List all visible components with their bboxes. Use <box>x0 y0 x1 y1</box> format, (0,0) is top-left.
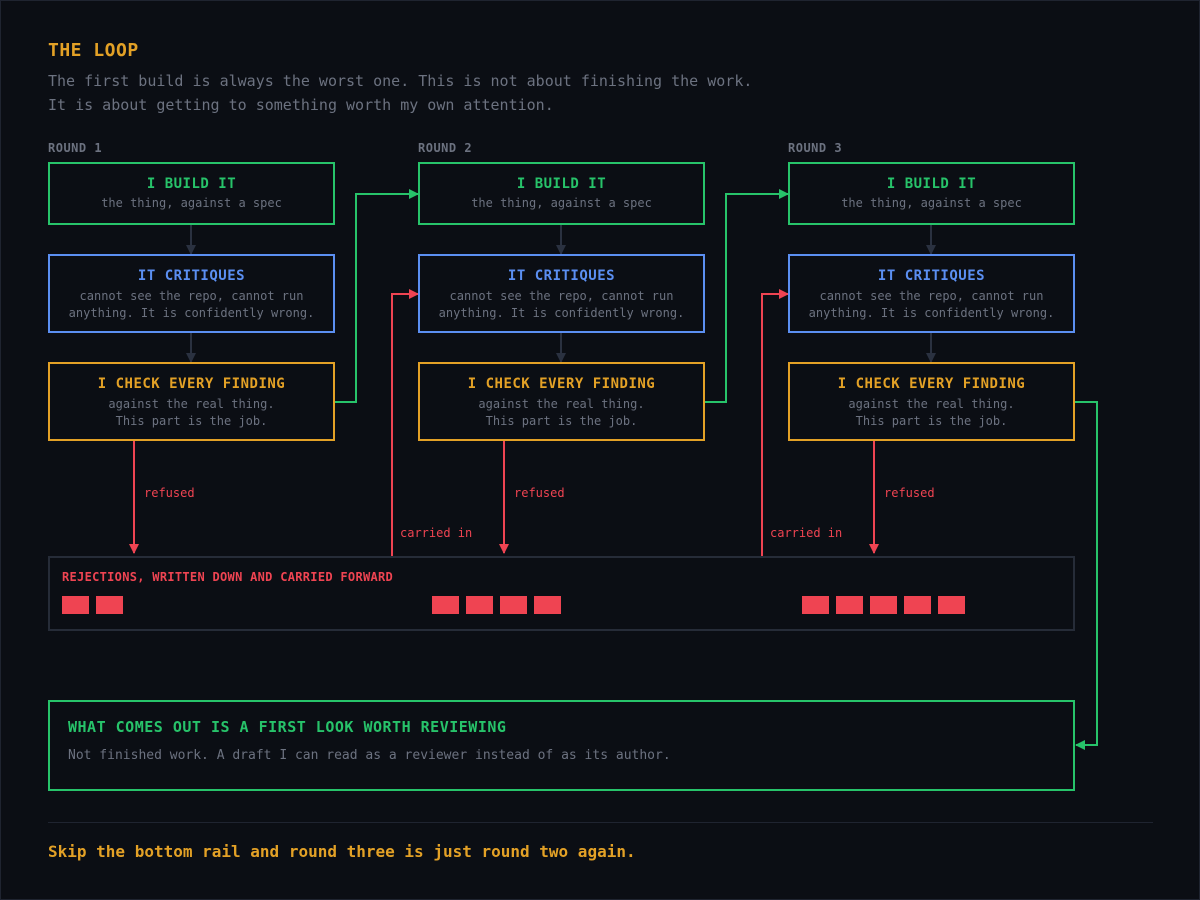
round-3-label: ROUND 3 <box>788 141 843 155</box>
build-desc: the thing, against a spec <box>101 196 282 210</box>
rejection-chip <box>802 596 829 614</box>
rejection-chip <box>534 596 561 614</box>
round-3-carried-label: carried in <box>770 526 843 540</box>
rejection-chip <box>904 596 931 614</box>
round-3-build-box: I BUILD IT the thing, against a spec <box>788 162 1075 225</box>
rejection-chip <box>836 596 863 614</box>
check-title: I CHECK EVERY FINDING <box>837 376 1026 392</box>
round-1-check-box: I CHECK EVERY FINDING against the real t… <box>48 362 335 441</box>
check-desc-1: against the real thing. <box>848 397 1015 411</box>
footer-divider <box>48 822 1153 823</box>
critique-desc-2: anything. It is confidently wrong. <box>438 306 685 320</box>
rejection-chip <box>96 596 123 614</box>
round-2-critique-box: IT CRITIQUES cannot see the repo, cannot… <box>418 254 705 333</box>
round-2-build-box: I BUILD IT the thing, against a spec <box>418 162 705 225</box>
carried-in-round-3-arrow <box>761 289 789 556</box>
rejection-chip <box>432 596 459 614</box>
build-desc: the thing, against a spec <box>471 196 652 210</box>
build-title: I BUILD IT <box>146 176 237 192</box>
critique-desc-1: cannot see the repo, cannot run <box>79 289 304 303</box>
build-title: I BUILD IT <box>886 176 977 192</box>
check-to-round-2-arrow <box>335 189 419 403</box>
check-desc-2: This part is the job. <box>855 414 1008 428</box>
rejection-chip <box>870 596 897 614</box>
round-3-refused-label: refused <box>884 486 935 500</box>
check-to-output-arrow <box>1075 401 1098 750</box>
output-title: WHAT COMES OUT IS A FIRST LOOK WORTH REV… <box>68 718 507 736</box>
check-desc-2: This part is the job. <box>115 414 268 428</box>
check-desc-2: This part is the job. <box>485 414 638 428</box>
critique-desc-1: cannot see the repo, cannot run <box>449 289 674 303</box>
round-2-refused-label: refused <box>514 486 565 500</box>
rejection-chip <box>62 596 89 614</box>
round-1-refused-label: refused <box>144 486 195 500</box>
rejection-chip <box>500 596 527 614</box>
rejections-rail <box>48 556 1075 631</box>
output-box <box>48 700 1075 791</box>
build-title: I BUILD IT <box>516 176 607 192</box>
round-3-critique-box: IT CRITIQUES cannot see the repo, cannot… <box>788 254 1075 333</box>
check-title: I CHECK EVERY FINDING <box>467 376 656 392</box>
round-1-label: ROUND 1 <box>48 141 103 155</box>
footer-note: Skip the bottom rail and round three is … <box>48 842 636 861</box>
rejection-chip <box>938 596 965 614</box>
check-title: I CHECK EVERY FINDING <box>97 376 286 392</box>
output-desc: Not finished work. A draft I can read as… <box>68 748 671 763</box>
round-2-carried-label: carried in <box>400 526 473 540</box>
critique-title: IT CRITIQUES <box>137 268 246 284</box>
round-1-build-box: I BUILD IT the thing, against a spec <box>48 162 335 225</box>
round-3-check-box: I CHECK EVERY FINDING against the real t… <box>788 362 1075 441</box>
critique-title: IT CRITIQUES <box>877 268 986 284</box>
carried-in-round-2-arrow <box>391 289 419 556</box>
round-2-check-box: I CHECK EVERY FINDING against the real t… <box>418 362 705 441</box>
check-desc-1: against the real thing. <box>108 397 275 411</box>
rejection-chip <box>466 596 493 614</box>
round-1-critique-box: IT CRITIQUES cannot see the repo, cannot… <box>48 254 335 333</box>
critique-desc-1: cannot see the repo, cannot run <box>819 289 1044 303</box>
check-to-round-3-arrow <box>705 189 789 403</box>
critique-title: IT CRITIQUES <box>507 268 616 284</box>
critique-desc-2: anything. It is confidently wrong. <box>808 306 1055 320</box>
build-desc: the thing, against a spec <box>841 196 1022 210</box>
round-2-label: ROUND 2 <box>418 141 473 155</box>
critique-desc-2: anything. It is confidently wrong. <box>68 306 315 320</box>
rejections-rail-title: REJECTIONS, WRITTEN DOWN AND CARRIED FOR… <box>62 570 394 584</box>
check-desc-1: against the real thing. <box>478 397 645 411</box>
